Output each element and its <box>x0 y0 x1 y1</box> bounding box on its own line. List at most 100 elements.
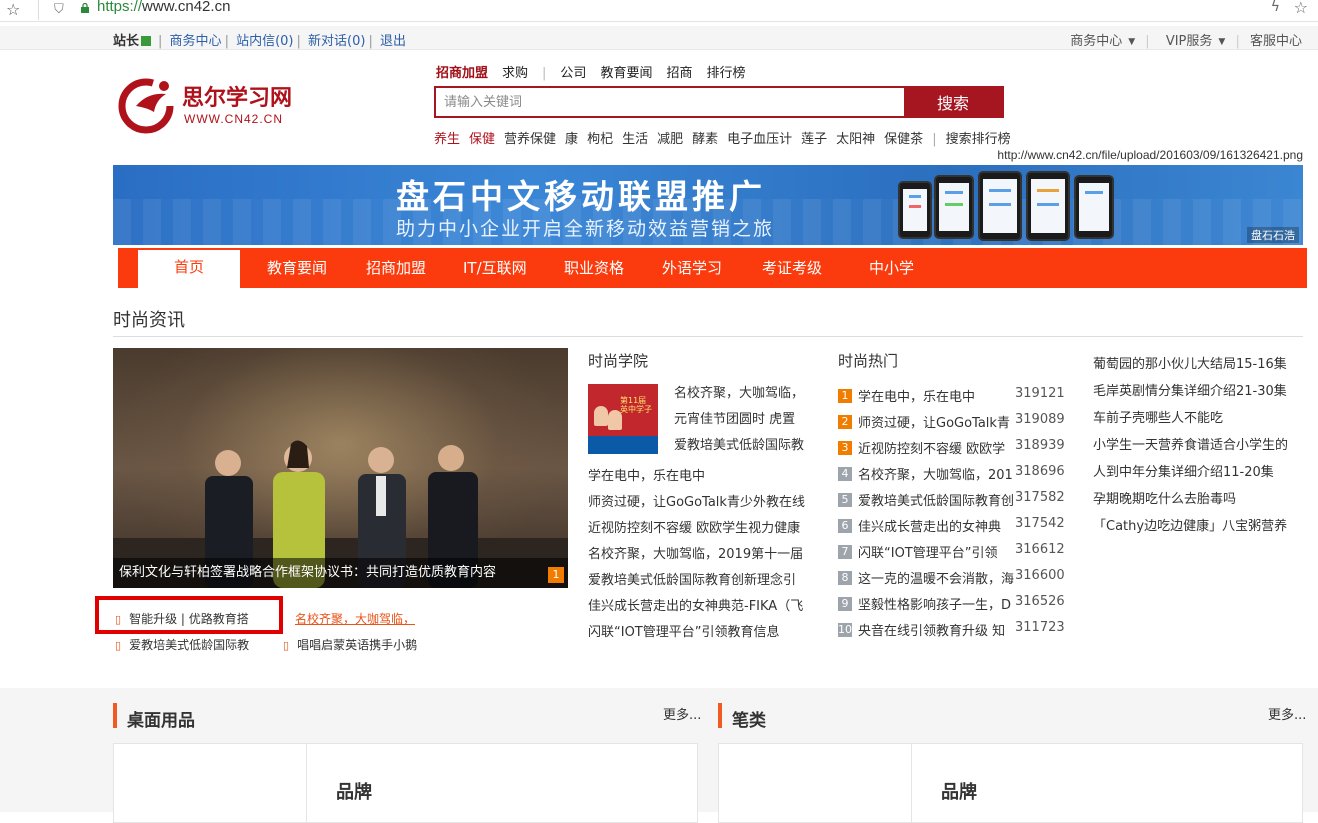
nav-franchise[interactable]: 招商加盟 <box>366 248 426 288</box>
rank-badge: 2 <box>838 415 852 429</box>
hot-list-item[interactable]: 6 佳兴成长营走出的女神典 317542 <box>838 516 1068 536</box>
nav-education-news[interactable]: 教育要闻 <box>267 248 327 288</box>
link-messages[interactable]: 站内信(0) <box>236 34 293 49</box>
list-item[interactable]: 名校齐聚，大咖驾临， <box>295 610 415 627</box>
list-item[interactable]: 佳兴成长营走出的女神典范-FIKA（飞 <box>588 595 803 614</box>
list-item[interactable]: 师资过硬，让GoGoTalk青少外教在线 <box>588 491 805 510</box>
more-link[interactable]: 更多... <box>1268 704 1306 723</box>
username: 站长 <box>113 34 140 49</box>
hot-list-item[interactable]: 2 师资过硬，让GoGoTalk青 319089 <box>838 412 1068 432</box>
menu-customer-service[interactable]: 客服中心 <box>1250 34 1302 49</box>
ad-banner[interactable]: 盘石中文移动联盟推广 助力中小企业开启全新移动效益营销之旅 盘石石浩 <box>113 165 1303 245</box>
logo-domain: WWW.CN42.CN <box>184 112 283 126</box>
hot-keyword[interactable]: 养生 <box>434 132 460 147</box>
hot-keyword[interactable]: 减肥 <box>657 132 683 147</box>
hot-list-item[interactable]: 3 近视防控刻不容缓 欧欧学 318939 <box>838 438 1068 458</box>
hot-keyword[interactable]: 太阳神 <box>836 132 875 147</box>
menu-business-center[interactable]: 商务中心 ▼ <box>1064 34 1135 49</box>
nav-exams[interactable]: 考证考级 <box>762 248 822 288</box>
hot-item-count: 311723 <box>1015 620 1065 635</box>
list-item[interactable]: 人到中年分集详细介绍11-20集 <box>1093 461 1274 480</box>
list-item[interactable]: 名校齐聚，大咖驾临，2019第十一届 <box>588 543 803 562</box>
list-item[interactable]: 名校齐聚，大咖驾临， <box>674 382 804 401</box>
hot-item-title[interactable]: 央音在线引领教育升级 知 <box>858 620 1016 639</box>
college-title: 时尚学院 <box>588 352 649 370</box>
list-item[interactable]: 爱教培美式低龄国际教 <box>674 434 804 453</box>
hot-item-title[interactable]: 师资过硬，让GoGoTalk青 <box>858 412 1016 431</box>
list-item[interactable]: 闪联“IOT管理平台”引领教育信息 <box>588 621 779 640</box>
search-tab-ranking[interactable]: 排行榜 <box>706 62 745 81</box>
hot-keyword[interactable]: 枸杞 <box>587 132 613 147</box>
link-business-center[interactable]: 商务中心 <box>170 34 222 49</box>
list-item[interactable]: 近视防控刻不容缓 欧欧学生视力健康 <box>588 517 800 536</box>
list-item[interactable]: 元宵佳节团圆时 虎置 <box>674 408 795 427</box>
hot-keyword[interactable]: 保健 <box>469 132 495 147</box>
list-item[interactable]: ▯ 唱唱启蒙英语携手小鹅 <box>283 636 417 653</box>
search-tab-purchase[interactable]: 求购 <box>502 62 528 81</box>
list-item[interactable]: 「Cathy边吃边健康」八宝粥营养 <box>1093 515 1287 534</box>
hot-item-title[interactable]: 近视防控刻不容缓 欧欧学 <box>858 438 1016 457</box>
nav-vocational[interactable]: 职业资格 <box>564 248 624 288</box>
link-logout[interactable]: 退出 <box>380 34 406 49</box>
search-input[interactable] <box>436 88 904 116</box>
bookmark-star-icon[interactable]: ☆ <box>6 0 20 19</box>
category-panel: 品牌 <box>113 743 698 823</box>
hot-list-item[interactable]: 4 名校齐聚，大咖驾临，201 318696 <box>838 464 1068 484</box>
lightning-icon[interactable]: ϟ <box>1271 0 1280 15</box>
shield-icon[interactable]: ⛉ <box>54 2 64 17</box>
rank-badge: 6 <box>838 519 852 533</box>
hot-item-title[interactable]: 名校齐聚，大咖驾临，201 <box>858 464 1016 483</box>
favorite-star-icon[interactable]: ☆ <box>1294 0 1308 17</box>
hot-keyword[interactable]: 莲子 <box>801 132 827 147</box>
hot-keyword[interactable]: 保健茶 <box>884 132 923 147</box>
list-item[interactable]: 毛岸英剧情分集详细介绍21-30集 <box>1093 380 1287 399</box>
more-link[interactable]: 更多... <box>663 704 701 723</box>
banner-phones-image <box>898 171 1138 241</box>
search-ranking-link[interactable]: 搜索排行榜 <box>946 132 1011 147</box>
hot-keyword[interactable]: 酵素 <box>692 132 718 147</box>
hot-item-title[interactable]: 闪联“IOT管理平台”引领 <box>858 542 1016 561</box>
list-item[interactable]: 爱教培美式低龄国际教育创新理念引 <box>588 569 796 588</box>
search-tab-company[interactable]: 公司 <box>560 62 586 81</box>
nav-it-internet[interactable]: IT/互联网 <box>463 248 527 288</box>
hot-list-item[interactable]: 1 学在电中，乐在电中 319121 <box>838 386 1068 406</box>
hot-list-item[interactable]: 9 坚毅性格影响孩子一生，D 316526 <box>838 594 1068 614</box>
search-button[interactable]: 搜索 <box>904 88 1002 116</box>
search-tab-franchise[interactable]: 招商加盟 <box>436 62 488 81</box>
list-item[interactable]: 小学生一天营养食谱适合小学生的 <box>1093 434 1288 453</box>
list-item[interactable]: ▯ 爱教培美式低龄国际教 <box>115 636 249 653</box>
hot-keyword[interactable]: 康 <box>565 132 578 147</box>
hot-item-title[interactable]: 爱教培美式低龄国际教育创 <box>858 490 1016 509</box>
list-item[interactable]: 孕期晚期吃什么去胎毒吗 <box>1093 488 1236 507</box>
hot-item-title[interactable]: 佳兴成长营走出的女神典 <box>858 516 1016 535</box>
hot-item-count: 317582 <box>1015 490 1065 505</box>
site-logo[interactable]: 思尔学习网 WWW.CN42.CN <box>118 72 308 134</box>
link-new-chat[interactable]: 新对话(0) <box>308 34 365 49</box>
search-tab-investment[interactable]: 招商 <box>666 62 692 81</box>
category-title: 笔类 <box>732 711 766 731</box>
hot-item-title[interactable]: 这一克的温暖不会消散，海 <box>858 568 1016 587</box>
list-item[interactable]: 车前子壳哪些人不能吃 <box>1093 407 1223 426</box>
search-tab-education-news[interactable]: 教育要闻 <box>600 62 652 81</box>
nav-k12[interactable]: 中小学 <box>869 248 914 288</box>
feature-image[interactable]: 保利文化与轩柏签署战略合作框架协议书：共同打造优质教育内容 1 <box>113 348 568 588</box>
menu-vip-service[interactable]: VIP服务 ▼ <box>1160 34 1226 49</box>
url-field[interactable]: https://www.cn42.cn <box>97 0 230 15</box>
nav-foreign-language[interactable]: 外语学习 <box>662 248 722 288</box>
hot-list-item[interactable]: 10 央音在线引领教育升级 知 311723 <box>838 620 1068 640</box>
nav-home[interactable]: 首页 <box>138 250 240 288</box>
feature-caption[interactable]: 保利文化与轩柏签署战略合作框架协议书：共同打造优质教育内容 <box>113 558 568 588</box>
hot-list-item[interactable]: 5 爱教培美式低龄国际教育创 317582 <box>838 490 1068 510</box>
hot-item-count: 316600 <box>1015 568 1065 583</box>
hot-list-item[interactable]: 7 闪联“IOT管理平台”引领 316612 <box>838 542 1068 562</box>
hot-keyword[interactable]: 生活 <box>622 132 648 147</box>
college-thumbnail[interactable]: 第11届 英中学子 <box>588 384 658 454</box>
list-item[interactable]: 葡萄园的那小伙儿大结局15-16集 <box>1093 353 1287 372</box>
hot-item-title[interactable]: 学在电中，乐在电中 <box>858 386 1016 405</box>
hot-list-item[interactable]: 8 这一克的温暖不会消散，海 316600 <box>838 568 1068 588</box>
list-item[interactable]: 学在电中，乐在电中 <box>588 465 705 484</box>
hot-keyword[interactable]: 电子血压计 <box>727 132 792 147</box>
hot-keyword[interactable]: 营养保健 <box>504 132 556 147</box>
slide-index-badge[interactable]: 1 <box>548 567 564 583</box>
hot-item-title[interactable]: 坚毅性格影响孩子一生，D <box>858 594 1016 613</box>
